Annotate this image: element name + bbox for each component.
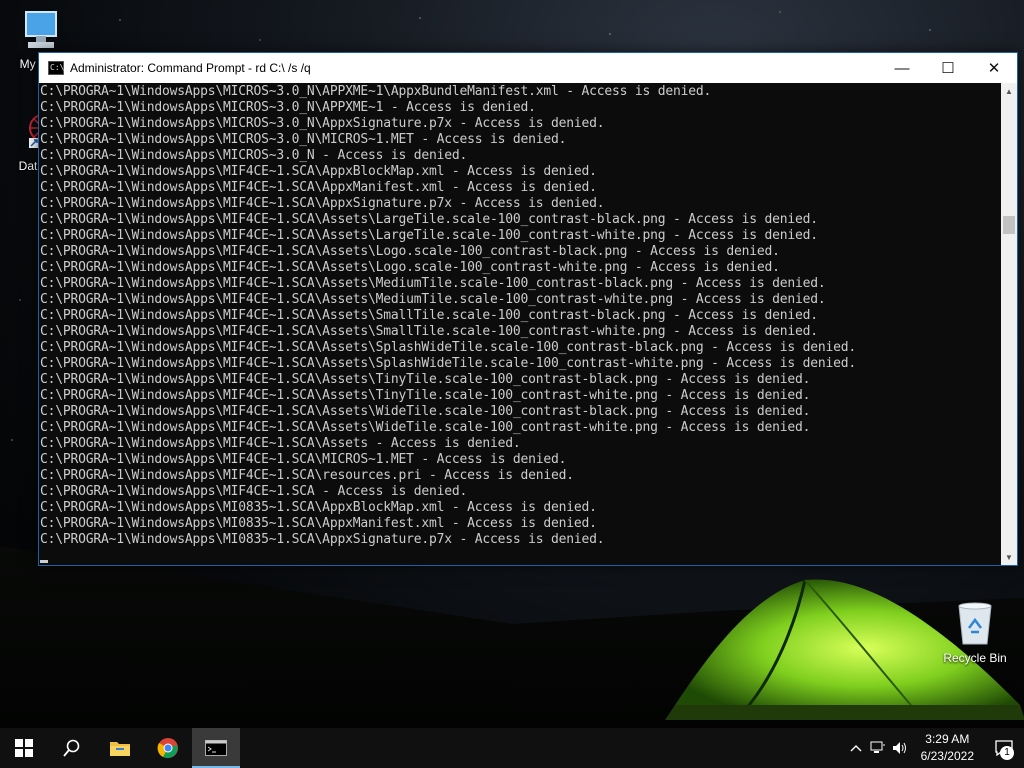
command-prompt-icon: C:\: [48, 61, 64, 75]
minimize-button[interactable]: —: [879, 53, 925, 83]
console-line: C:\PROGRA~1\WindowsApps\MIF4CE~1.SCA\MIC…: [40, 452, 567, 467]
scroll-up-icon[interactable]: ▲: [1001, 83, 1017, 99]
console-output[interactable]: C:\PROGRA~1\WindowsApps\MICROS~3.0_N\APP…: [39, 83, 1001, 565]
console-line: C:\PROGRA~1\WindowsApps\MIF4CE~1.SCA\Ass…: [40, 436, 521, 451]
console-lines: C:\PROGRA~1\WindowsApps\MICROS~3.0_N\APP…: [39, 83, 1001, 548]
search-button[interactable]: [48, 728, 96, 768]
clock-time: 3:29 AM: [925, 732, 970, 746]
console-line: C:\PROGRA~1\WindowsApps\MI0835~1.SCA\App…: [40, 500, 597, 515]
console-line: C:\PROGRA~1\WindowsApps\MIF4CE~1.SCA\Ass…: [40, 276, 826, 291]
command-prompt-icon: [205, 740, 227, 756]
scroll-down-icon[interactable]: ▼: [1001, 549, 1017, 565]
recycle-bin-icon: [958, 602, 992, 645]
window-title: Administrator: Command Prompt - rd C:\ /…: [70, 61, 311, 75]
clock-date: 6/23/2022: [920, 749, 974, 763]
chevron-up-icon[interactable]: [845, 744, 867, 752]
console-line: C:\PROGRA~1\WindowsApps\MI0835~1.SCA\App…: [40, 532, 605, 547]
console-line: C:\PROGRA~1\WindowsApps\MIF4CE~1.SCA\App…: [40, 164, 597, 179]
chrome-button[interactable]: [144, 728, 192, 768]
maximize-button[interactable]: ☐: [925, 53, 971, 83]
system-tray: 3:29 AM 6/23/2022 1: [845, 728, 1024, 768]
start-button[interactable]: [0, 728, 48, 768]
search-icon: [63, 739, 80, 757]
console-line: C:\PROGRA~1\WindowsApps\MIF4CE~1.SCA\Ass…: [40, 388, 811, 403]
vertical-scrollbar[interactable]: ▲ ▼: [1001, 83, 1017, 565]
console-line: C:\PROGRA~1\WindowsApps\MIF4CE~1.SCA\Ass…: [40, 340, 857, 355]
text-cursor: [40, 560, 48, 563]
console-line: C:\PROGRA~1\WindowsApps\MIF4CE~1.SCA\Ass…: [40, 212, 818, 227]
desktop-icon-recycle-bin[interactable]: Recycle Bin: [940, 600, 1010, 665]
command-prompt-taskbar-button[interactable]: [192, 728, 240, 768]
taskbar-clock[interactable]: 3:29 AM 6/23/2022: [911, 731, 984, 765]
console-line: C:\PROGRA~1\WindowsApps\MIF4CE~1.SCA\Ass…: [40, 308, 818, 323]
taskbar: 3:29 AM 6/23/2022 1: [0, 728, 1024, 768]
console-line: C:\PROGRA~1\WindowsApps\MICROS~3.0_N\APP…: [40, 100, 536, 115]
console-line: C:\PROGRA~1\WindowsApps\MIF4CE~1.SCA\Ass…: [40, 356, 857, 371]
windows-start-icon: [15, 739, 33, 757]
console-line: C:\PROGRA~1\WindowsApps\MIF4CE~1.SCA\App…: [40, 180, 597, 195]
console-line: C:\PROGRA~1\WindowsApps\MIF4CE~1.SCA\Ass…: [40, 228, 818, 243]
console-line: C:\PROGRA~1\WindowsApps\MIF4CE~1.SCA\Ass…: [40, 420, 811, 435]
file-explorer-button[interactable]: [96, 728, 144, 768]
window-titlebar[interactable]: C:\ Administrator: Command Prompt - rd C…: [39, 53, 1017, 83]
console-line: C:\PROGRA~1\WindowsApps\MIF4CE~1.SCA\Ass…: [40, 260, 780, 275]
close-button[interactable]: ✕: [971, 53, 1017, 83]
scrollbar-thumb[interactable]: [1003, 215, 1015, 234]
console-line: C:\PROGRA~1\WindowsApps\MIF4CE~1.SCA\Ass…: [40, 372, 811, 387]
desktop-icon-label: Recycle Bin: [943, 651, 1007, 665]
console-line: C:\PROGRA~1\WindowsApps\MIF4CE~1.SCA\Ass…: [40, 324, 818, 339]
console-line: C:\PROGRA~1\WindowsApps\MIF4CE~1.SCA\Ass…: [40, 404, 811, 419]
network-icon[interactable]: [867, 741, 889, 755]
console-line: C:\PROGRA~1\WindowsApps\MICROS~3.0_N\App…: [40, 116, 605, 131]
action-center-button[interactable]: 1: [984, 728, 1024, 768]
console-line: C:\PROGRA~1\WindowsApps\MICROS~3.0_N - A…: [40, 148, 468, 163]
console-line: C:\PROGRA~1\WindowsApps\MI0835~1.SCA\App…: [40, 516, 597, 531]
volume-icon[interactable]: [889, 741, 911, 755]
console-line: C:\PROGRA~1\WindowsApps\MICROS~3.0_N\MIC…: [40, 132, 567, 147]
file-explorer-icon: [110, 742, 130, 756]
console-line: C:\PROGRA~1\WindowsApps\MIF4CE~1.SCA\Ass…: [40, 292, 826, 307]
console-line: C:\PROGRA~1\WindowsApps\MIF4CE~1.SCA\res…: [40, 468, 574, 483]
console-line: C:\PROGRA~1\WindowsApps\MIF4CE~1.SCA - A…: [40, 484, 468, 499]
chrome-icon: [157, 738, 178, 759]
console-line: C:\PROGRA~1\WindowsApps\MIF4CE~1.SCA\Ass…: [40, 244, 780, 259]
computer-icon: [25, 11, 57, 48]
console-line: C:\PROGRA~1\WindowsApps\MICROS~3.0_N\APP…: [40, 84, 712, 99]
notification-badge: 1: [1000, 746, 1014, 760]
console-line: C:\PROGRA~1\WindowsApps\MIF4CE~1.SCA\App…: [40, 196, 605, 211]
command-prompt-window[interactable]: C:\ Administrator: Command Prompt - rd C…: [38, 52, 1018, 566]
